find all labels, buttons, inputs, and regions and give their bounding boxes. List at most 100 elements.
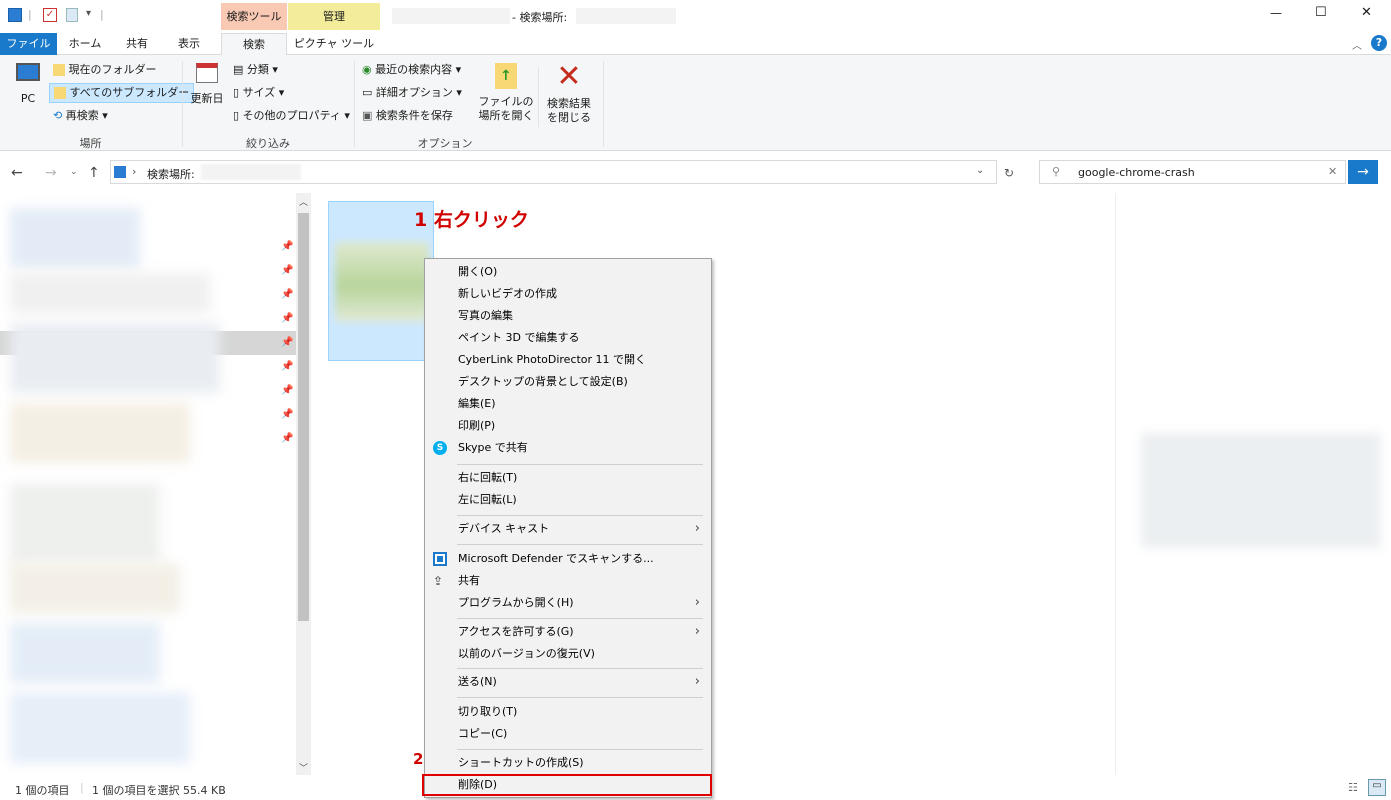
nav-item-blur[interactable] <box>10 483 160 563</box>
share-icon: ⇪ <box>433 574 444 588</box>
other-properties-button[interactable]: ▯ その他のプロパティ ▾ <box>233 108 350 124</box>
search-go-button[interactable]: → <box>1348 160 1378 184</box>
up-arrow-icon[interactable]: ↑ <box>88 165 100 181</box>
menu-item-give-access-label: アクセスを許可する(G) <box>458 625 574 638</box>
menu-item-new-video[interactable]: 新しいビデオの作成 <box>426 283 710 305</box>
new-folder-icon[interactable] <box>66 8 78 22</box>
date-modified-button[interactable]: 更新日 <box>190 63 224 107</box>
large-icons-view-icon[interactable]: ▭ <box>1368 779 1386 796</box>
nav-item-blur[interactable] <box>10 273 210 313</box>
close-button[interactable]: ✕ <box>1361 5 1372 20</box>
pin-icon[interactable]: 📌 <box>281 361 293 372</box>
menu-separator <box>457 618 703 619</box>
breadcrumb-chevron-icon[interactable]: › <box>132 165 136 178</box>
pin-icon[interactable]: 📌 <box>281 265 293 276</box>
menu-item-cyberlink[interactable]: CyberLink PhotoDirector 11 で開く <box>426 349 710 371</box>
menu-item-edit-photos[interactable]: 写真の編集 <box>426 305 710 327</box>
help-icon[interactable]: ? <box>1371 35 1387 51</box>
pin-icon[interactable]: 📌 <box>281 313 293 324</box>
pin-icon[interactable]: 📌 <box>281 337 293 348</box>
menu-item-share[interactable]: ⇪ 共有 <box>426 570 710 592</box>
kind-button[interactable]: ▤ 分類 ▾ <box>233 62 278 78</box>
menu-item-rotate-left[interactable]: 左に回転(L) <box>426 489 710 511</box>
customize-qat-icon[interactable]: ▾ <box>86 8 91 19</box>
pin-icon[interactable]: 📌 <box>281 409 293 420</box>
menu-item-give-access[interactable]: アクセスを許可する(G) › <box>426 621 710 643</box>
scroll-thumb[interactable] <box>298 213 309 621</box>
properties-icon[interactable]: ✓ <box>43 8 57 22</box>
collapse-ribbon-icon[interactable]: ︿ <box>1352 37 1362 52</box>
menu-item-open[interactable]: 開く(O) <box>426 261 710 283</box>
menu-item-defender[interactable]: Microsoft Defender でスキャンする... <box>426 548 710 570</box>
save-search-button[interactable]: ▣ 検索条件を保存 <box>362 108 453 124</box>
menu-item-print[interactable]: 印刷(P) <box>426 415 710 437</box>
nav-scrollbar[interactable]: ︿ ﹀ <box>296 193 311 775</box>
pc-button[interactable]: PC <box>12 63 44 107</box>
tab-share[interactable]: 共有 <box>114 33 160 55</box>
back-arrow-icon[interactable]: ← <box>11 165 23 181</box>
menu-item-delete[interactable]: 削除(D) <box>422 774 712 796</box>
menu-item-open-with[interactable]: プログラムから開く(H) › <box>426 592 710 614</box>
nav-item-blur[interactable] <box>10 323 220 393</box>
menu-item-set-background[interactable]: デスクトップの背景として設定(B) <box>426 371 710 393</box>
tab-view[interactable]: 表示 <box>166 33 212 55</box>
kind-label: 分類 ▾ <box>246 63 278 76</box>
close-search-button[interactable]: ✕ 検索結果 を閉じる <box>543 62 595 125</box>
pin-icon[interactable]: 📌 <box>281 385 293 396</box>
address-bar[interactable]: › 検索場所: ⌄ <box>110 160 997 184</box>
current-folder-button[interactable]: 現在のフォルダー <box>53 62 157 78</box>
properties-icon: ▯ <box>233 109 240 122</box>
pin-icon[interactable]: 📌 <box>281 433 293 444</box>
menu-item-defender-label: Microsoft Defender でスキャンする... <box>458 552 654 565</box>
breadcrumb-path[interactable]: 検索場所: <box>147 166 195 182</box>
nav-item-blur[interactable] <box>10 403 190 463</box>
context-menu: 開く(O) 新しいビデオの作成 写真の編集 ペイント 3D で編集する Cybe… <box>422 258 712 798</box>
clear-search-icon[interactable]: ✕ <box>1328 165 1337 178</box>
search-again-label: 再検索 ▾ <box>65 109 108 122</box>
menu-item-edit[interactable]: 編集(E) <box>426 393 710 415</box>
menu-item-cut[interactable]: 切り取り(T) <box>426 701 710 723</box>
nav-item-blur[interactable] <box>10 623 160 683</box>
divider <box>538 67 539 127</box>
nav-item-blur[interactable] <box>10 208 140 268</box>
scroll-up-icon[interactable]: ︿ <box>299 195 308 208</box>
menu-item-send-to[interactable]: 送る(N) › <box>426 671 710 693</box>
menu-item-copy[interactable]: コピー(C) <box>426 723 710 745</box>
pin-icon[interactable]: 📌 <box>281 241 293 252</box>
nav-item-blur[interactable] <box>10 693 190 763</box>
menu-item-restore-versions[interactable]: 以前のバージョンの復元(V) <box>426 643 710 665</box>
title-bar: | ✓ ▾ | 検索ツール 管理 - 検索場所: — ☐ ✕ <box>0 0 1391 33</box>
menu-item-cast[interactable]: デバイス キャスト › <box>426 518 710 540</box>
details-view-icon[interactable]: ☷ <box>1348 781 1358 794</box>
nav-item-blur[interactable] <box>10 563 180 613</box>
save-icon: ▣ <box>362 109 373 122</box>
menu-item-create-shortcut[interactable]: ショートカットの作成(S) <box>426 752 710 774</box>
submenu-arrow-icon: › <box>694 674 700 689</box>
maximize-button[interactable]: ☐ <box>1315 5 1327 20</box>
all-subfolders-button[interactable]: すべてのサブフォルダー <box>49 83 195 103</box>
menu-item-rotate-right[interactable]: 右に回転(T) <box>426 467 710 489</box>
search-box[interactable]: ⚲ google-chrome-crash ✕ <box>1039 160 1346 184</box>
menu-item-skype[interactable]: S Skype で共有 <box>426 437 710 459</box>
size-button[interactable]: ▯ サイズ ▾ <box>233 85 284 101</box>
forward-arrow-icon[interactable]: → <box>45 165 57 181</box>
menu-item-paint3d[interactable]: ペイント 3D で編集する <box>426 327 710 349</box>
search-input[interactable]: google-chrome-crash <box>1078 166 1195 179</box>
tab-file[interactable]: ファイル <box>0 33 57 55</box>
tab-search[interactable]: 検索 <box>221 33 287 56</box>
tab-picture-tools[interactable]: ピクチャ ツール <box>288 33 380 55</box>
advanced-options-button[interactable]: ▭ 詳細オプション ▾ <box>362 85 462 101</box>
address-dropdown-icon[interactable]: ⌄ <box>976 165 984 176</box>
contextual-tab-manage: 管理 <box>288 3 380 30</box>
pin-icon[interactable]: 📌 <box>281 289 293 300</box>
scroll-down-icon[interactable]: ﹀ <box>299 761 308 774</box>
recent-locations-icon[interactable]: ⌄ <box>70 167 78 177</box>
minimize-button[interactable]: — <box>1270 6 1282 20</box>
search-again-button[interactable]: ⟲ 再検索 ▾ <box>53 108 108 124</box>
recent-searches-button[interactable]: ◉ 最近の検索内容 ▾ <box>362 62 461 78</box>
open-file-location-button[interactable]: ↑ ファイルの 場所を開く <box>478 63 534 123</box>
tab-home[interactable]: ホーム <box>62 33 108 55</box>
redacted-path <box>201 164 301 180</box>
refresh-icon[interactable]: ↻ <box>1004 166 1014 180</box>
item-count: 1 個の項目 <box>15 784 70 797</box>
